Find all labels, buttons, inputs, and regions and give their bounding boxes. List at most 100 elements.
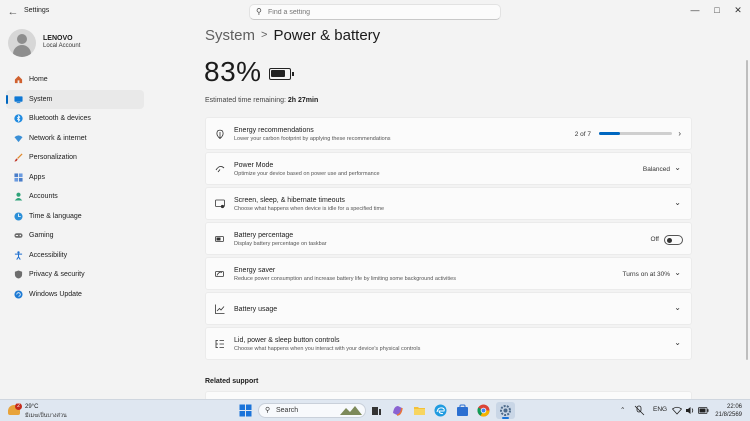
sidebar-item-accessibility[interactable]: Accessibility <box>6 246 144 266</box>
energy-saver-threshold: Turns on at 30% <box>622 271 670 278</box>
related-support-card[interactable] <box>205 391 692 399</box>
sidebar-item-label: Bluetooth & devices <box>29 115 91 122</box>
task-view-icon[interactable] <box>370 404 383 417</box>
mic-muted-icon[interactable] <box>634 405 645 416</box>
card-description: Lower your carbon footprint by applying … <box>234 136 391 142</box>
screen-sleep-card[interactable]: Screen, sleep, & hibernate timeouts Choo… <box>205 187 692 220</box>
sidebar-item-system[interactable]: System <box>6 89 144 109</box>
power-mode-dropdown[interactable]: Balanced <box>643 166 670 173</box>
settings-taskbar-button[interactable] <box>496 402 515 419</box>
chevron-down-icon: ⌄ <box>674 268 681 277</box>
microsoft-store-icon[interactable] <box>456 404 469 417</box>
settings-cards: Energy recommendations Lower your carbon… <box>205 117 692 362</box>
chrome-icon[interactable] <box>477 404 490 417</box>
app-title: Settings <box>24 7 50 14</box>
brush-icon <box>14 153 23 162</box>
sidebar-item-label: System <box>29 95 53 103</box>
recommendations-count: 2 of 7 <box>574 131 591 138</box>
settings-window: ← Settings ⚲ — □ ✕ LENOVO Local Account … <box>0 0 750 399</box>
taskbar: 2 29°C มีเมฆเป็นบางส่วน ⚲ Search ⌃ ENG 2… <box>0 399 750 421</box>
system-clock[interactable]: 22:06 21/8/2569 <box>715 403 742 419</box>
battery-tray-icon[interactable] <box>698 406 709 415</box>
battery-icon <box>269 68 294 80</box>
card-title: Energy saver <box>234 267 276 274</box>
energy-recommendations-card[interactable]: Energy recommendations Lower your carbon… <box>205 117 692 150</box>
toggle-state-label: Off <box>650 236 659 243</box>
weather-condition: มีเมฆเป็นบางส่วน <box>25 413 67 419</box>
chevron-up-icon[interactable]: ⌃ <box>620 406 625 414</box>
sidebar-item-apps[interactable]: Apps <box>6 168 144 188</box>
power-mode-card[interactable]: Power Mode Optimize your device based on… <box>205 152 692 185</box>
sidebar-item-label: Privacy & security <box>29 271 85 278</box>
sidebar-item-label: Time & language <box>29 212 82 220</box>
settings-gear-icon <box>500 405 511 416</box>
leaf-icon <box>216 129 224 139</box>
copilot-icon[interactable] <box>391 404 404 417</box>
back-arrow-icon[interactable]: ← <box>6 5 20 19</box>
lid-icon <box>215 340 224 348</box>
card-title: Battery percentage <box>234 232 294 239</box>
breadcrumb: System > Power & battery <box>205 27 380 44</box>
power-mode-icon <box>215 165 225 173</box>
sidebar-item-personalization[interactable]: Personalization <box>6 148 144 168</box>
sidebar-item-label: Gaming <box>29 232 54 239</box>
energy-saver-card[interactable]: Energy saver Reduce power consumption an… <box>205 257 692 290</box>
sidebar-item-bluetooth[interactable]: Bluetooth & devices <box>6 109 144 129</box>
weather-widget[interactable]: 2 29°C มีเมฆเป็นบางส่วน <box>8 403 68 419</box>
clock-date: 21/8/2569 <box>715 412 742 418</box>
user-name: LENOVO <box>43 35 73 42</box>
shield-icon <box>14 270 23 279</box>
file-explorer-icon[interactable] <box>413 404 426 417</box>
search-highlight-icon <box>340 406 362 415</box>
card-title: Energy recommendations <box>234 127 314 134</box>
related-support-heading: Related support <box>205 378 259 385</box>
chevron-down-icon: ⌄ <box>674 338 681 347</box>
scrollbar[interactable] <box>746 60 748 360</box>
card-description: Choose what happens when device is idle … <box>234 206 385 212</box>
title-bar: ← Settings ⚲ — □ ✕ <box>0 0 750 24</box>
estimate-value: 2h 27min <box>287 97 319 104</box>
breadcrumb-separator: > <box>261 29 268 41</box>
language-indicator[interactable]: ENG <box>653 406 667 413</box>
sidebar-item-network[interactable]: Network & internet <box>6 129 144 149</box>
sidebar-nav: Home System Bluetooth & devices Network … <box>6 70 144 304</box>
battery-percentage-toggle[interactable] <box>664 235 683 245</box>
sidebar-item-privacy[interactable]: Privacy & security <box>6 265 144 285</box>
update-icon <box>14 289 23 299</box>
windows-start-icon[interactable] <box>239 404 252 417</box>
maximize-icon[interactable]: □ <box>708 3 726 17</box>
volume-icon[interactable] <box>685 406 695 415</box>
accessibility-icon <box>14 250 23 260</box>
screen-sleep-icon <box>215 199 225 209</box>
notification-badge: 2 <box>15 403 22 410</box>
wifi-status-icon[interactable] <box>672 406 682 415</box>
avatar <box>8 29 36 57</box>
sidebar-item-accounts[interactable]: Accounts <box>6 187 144 207</box>
weather-temperature: 29°C <box>25 404 39 410</box>
battery-percentage: 83% <box>204 56 262 87</box>
wifi-icon <box>14 134 23 142</box>
chevron-down-icon: ⌄ <box>674 303 681 312</box>
card-title: Power Mode <box>234 162 274 169</box>
taskbar-search[interactable]: ⚲ Search <box>258 403 366 418</box>
search-icon: ⚲ <box>256 7 262 16</box>
apps-icon <box>14 172 23 182</box>
search-input[interactable] <box>268 7 488 18</box>
battery-usage-card[interactable]: Battery usage ⌄ <box>205 292 692 325</box>
sidebar-item-windows-update[interactable]: Windows Update <box>6 285 144 305</box>
sidebar-item-home[interactable]: Home <box>6 70 144 90</box>
card-title: Lid, power & sleep button controls <box>234 337 340 344</box>
accounts-icon <box>14 192 23 201</box>
battery-percent-icon <box>215 236 224 242</box>
close-icon[interactable]: ✕ <box>729 3 747 17</box>
lid-power-card[interactable]: Lid, power & sleep button controls Choos… <box>205 327 692 360</box>
sidebar-item-time-language[interactable]: Time & language <box>6 207 144 227</box>
sidebar-item-label: Apps <box>29 173 45 181</box>
breadcrumb-parent[interactable]: System <box>205 27 255 44</box>
sidebar-item-gaming[interactable]: Gaming <box>6 226 144 246</box>
card-description: Optimize your device based on power use … <box>234 171 380 177</box>
minimize-icon[interactable]: — <box>686 3 704 17</box>
search-box[interactable]: ⚲ <box>249 4 501 20</box>
edge-browser-icon[interactable] <box>434 404 447 417</box>
estimated-time: Estimated time remaining: 2h 27min <box>205 97 318 104</box>
